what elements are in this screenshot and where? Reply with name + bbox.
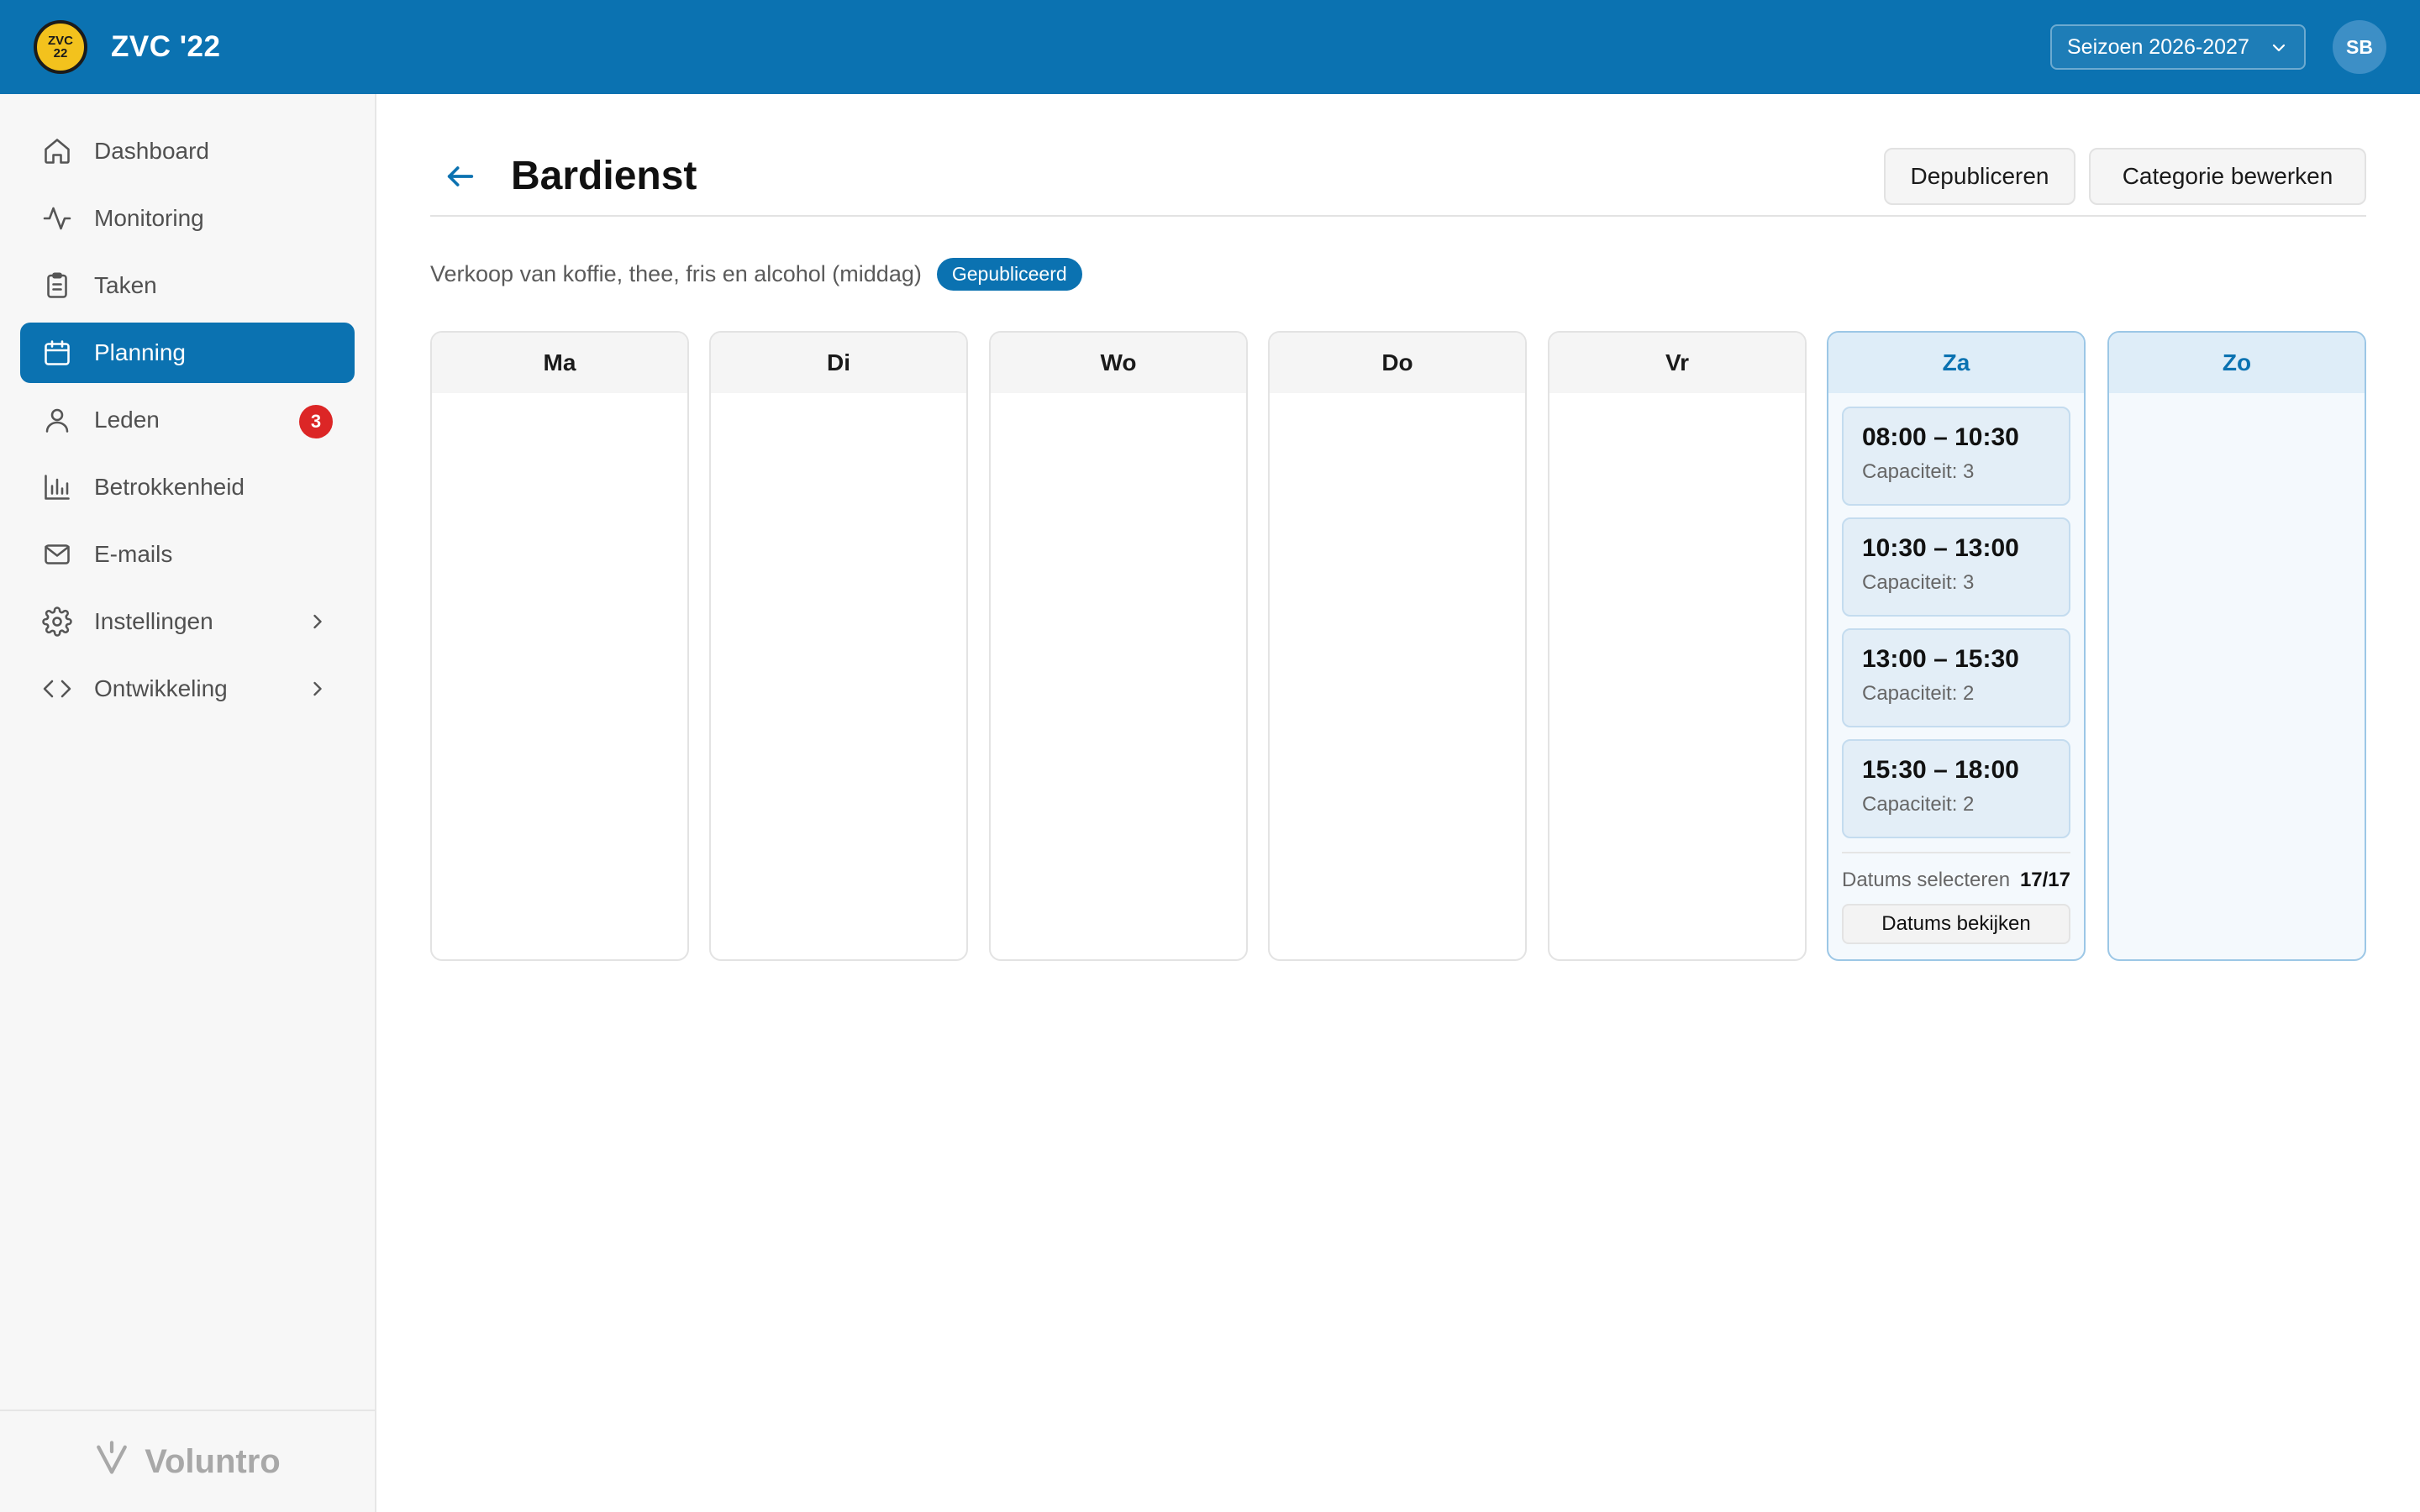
calendar-icon [40,336,74,370]
main-content: Bardienst Depubliceren Categorie bewerke… [376,94,2420,1512]
day-column-friday: Vr [1548,331,1807,961]
page-header: Bardienst Depubliceren Categorie bewerke… [430,148,2366,217]
sidebar-item-label: Planning [94,339,186,365]
slot-capacity: Capaciteit: 2 [1862,793,1975,816]
day-header: Wo [991,333,1246,393]
sidebar-item-label: Leden [94,407,160,433]
day-header: Ma [432,333,687,393]
sidebar-item-betrokkenheid[interactable]: Betrokkenheid [20,457,355,517]
day-column-wednesday: Wo [989,331,1248,961]
sidebar-item-e-mails[interactable]: E-mails [20,524,355,585]
sidebar-item-label: Taken [94,272,157,298]
day-header: Vr [1549,333,1805,393]
sidebar-item-leden[interactable]: Leden 3 [20,390,355,450]
category-description: Verkoop van koffie, thee, fris en alcoho… [430,260,922,286]
time-slot[interactable]: 10:30 – 13:00 Capaciteit: 3 [1842,517,2070,617]
bar-chart-icon [40,470,74,504]
sidebar-item-label: E-mails [94,541,173,567]
notification-badge: 3 [299,405,333,438]
user-avatar[interactable]: SB [2333,20,2386,74]
slot-time: 08:00 – 10:30 [1862,423,2019,451]
clipboard-icon [40,269,74,302]
sidebar-item-label: Ontwikkeling [94,675,228,701]
sidebar-footer: Voluntro [0,1410,375,1512]
sidebar-item-monitoring[interactable]: Monitoring [20,188,355,249]
day-header: Zo [2109,333,2365,393]
home-icon [40,134,74,168]
edit-category-button[interactable]: Categorie bewerken [2089,148,2366,205]
sidebar-item-label: Instellingen [94,608,213,634]
sidebar-item-label: Betrokkenheid [94,474,245,500]
slot-time: 15:30 – 18:00 [1862,756,2019,784]
chevron-right-icon [306,677,329,706]
sidebar-item-taken[interactable]: Taken [20,255,355,316]
gear-icon [40,605,74,638]
day-header: Za [1828,333,2084,393]
sidebar-item-label: Monitoring [94,205,204,231]
description-row: Verkoop van koffie, thee, fris en alcoho… [430,255,1082,292]
sidebar-item-instellingen[interactable]: Instellingen [20,591,355,652]
season-label: Seizoen 2026-2027 [2067,34,2249,59]
date-selection-label: Datums selecteren [1842,869,2011,891]
chevron-right-icon [306,610,329,639]
status-badge: Gepubliceerd [936,257,1082,291]
activity-icon [40,202,74,235]
time-slot[interactable]: 13:00 – 15:30 Capaciteit: 2 [1842,628,2070,727]
back-arrow-icon[interactable] [440,156,481,197]
code-icon [40,672,74,706]
user-icon [40,403,74,437]
season-select[interactable]: Seizoen 2026-2027 [2050,24,2306,70]
day-column-tuesday: Di [709,331,968,961]
date-selection-count: 17/17 [2019,869,2070,891]
slot-time: 10:30 – 13:00 [1862,534,2019,562]
sidebar-item-planning[interactable]: Planning [20,323,355,383]
page-title: Bardienst [511,154,697,198]
mail-icon [40,538,74,571]
time-slot[interactable]: 15:30 – 18:00 Capaciteit: 2 [1842,739,2070,838]
top-bar: ZVC 22 ZVC '22 Seizoen 2026-2027 SB [0,0,2420,94]
chevron-down-icon [2269,38,2289,64]
date-selection-row: Datums selecteren 17/17 [1842,852,2070,892]
app-title: ZVC '22 [111,30,221,63]
day-header: Do [1270,333,1525,393]
day-header: Di [711,333,966,393]
sidebar: Dashboard Monitoring Taken Planning Lede… [0,94,376,1512]
slot-time: 13:00 – 15:30 [1862,645,2019,673]
slot-capacity: Capaciteit: 3 [1862,571,1975,594]
day-column-thursday: Do [1268,331,1527,961]
slot-capacity: Capaciteit: 2 [1862,682,1975,705]
day-column-saturday: Za 08:00 – 10:30 Capaciteit: 3 10:30 – 1… [1827,331,2086,961]
club-logo[interactable]: ZVC 22 [34,20,87,74]
sidebar-item-dashboard[interactable]: Dashboard [20,121,355,181]
sidebar-nav: Dashboard Monitoring Taken Planning Lede… [20,121,355,726]
day-column-sunday: Zo [2107,331,2366,961]
time-slot[interactable]: 08:00 – 10:30 Capaciteit: 3 [1842,407,2070,506]
week-schedule: Ma Di Wo Do Vr Za 08:00 – 10:30 Capacite… [430,331,2366,961]
brand-name: Voluntro [145,1442,281,1480]
sidebar-item-label: Dashboard [94,138,209,164]
slot-capacity: Capaciteit: 3 [1862,460,1975,483]
view-dates-button[interactable]: Datums bekijken [1842,904,2070,944]
sidebar-item-ontwikkeling[interactable]: Ontwikkeling [20,659,355,719]
voluntro-logo-icon [94,1438,129,1485]
unpublish-button[interactable]: Depubliceren [1884,148,2075,205]
day-column-monday: Ma [430,331,689,961]
